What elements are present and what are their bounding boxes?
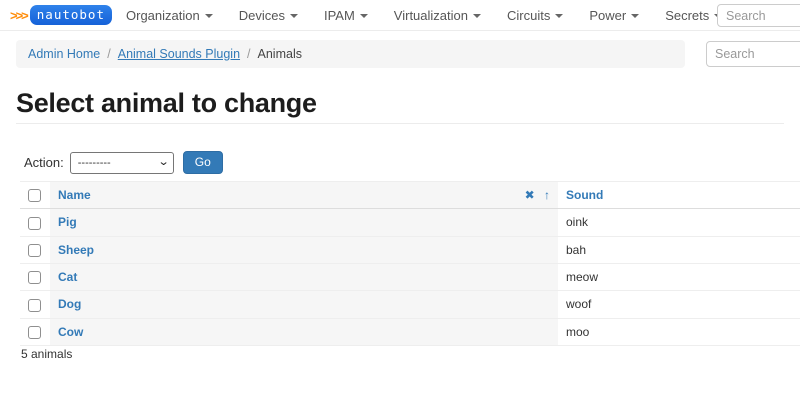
row-checkbox[interactable]	[28, 217, 41, 230]
navbar-item-organization[interactable]: Organization	[126, 8, 213, 23]
animal-sound-cell: oink	[558, 209, 800, 236]
logo-wordmark: nautobot	[30, 5, 112, 25]
navbar-item-secrets[interactable]: Secrets	[665, 8, 722, 23]
navbar-item-label: Devices	[239, 8, 285, 23]
navbar-item-label: Power	[589, 8, 626, 23]
table-header: Name ✖ ↑ Sound	[20, 182, 800, 209]
select-all-checkbox[interactable]	[28, 189, 41, 202]
remove-sort-icon[interactable]: ✖	[525, 188, 535, 202]
breadcrumb-separator: /	[107, 47, 110, 61]
table-row: Cat meow	[20, 263, 800, 290]
chevron-down-icon	[205, 14, 213, 18]
sort-tools: ✖ ↑	[519, 188, 550, 202]
navbar-menu: Organization Devices IPAM Virtualization Cir…	[126, 8, 800, 23]
navbar-item-virtualization[interactable]: Virtualization	[394, 8, 481, 23]
column-header-sound[interactable]: Sound	[566, 188, 603, 202]
breadcrumb-search-input[interactable]	[706, 41, 800, 67]
animal-sound-cell: meow	[558, 263, 800, 290]
column-header-name[interactable]: Name	[58, 188, 91, 202]
breadcrumb-item-animals: Animals	[258, 47, 302, 61]
row-checkbox[interactable]	[28, 299, 41, 312]
navbar-item-devices[interactable]: Devices	[239, 8, 298, 23]
navbar-item-label: Secrets	[665, 8, 709, 23]
chevron-down-icon	[473, 14, 481, 18]
navbar-item-label: Organization	[126, 8, 200, 23]
table-body: Pig oink Sheep bah Cat meow Dog woof Cow moo	[20, 209, 800, 346]
animal-name-link[interactable]: Dog	[58, 297, 81, 311]
breadcrumb-item-animal-sounds-plugin[interactable]: Animal Sounds Plugin	[118, 47, 240, 61]
row-checkbox[interactable]	[28, 244, 41, 257]
row-checkbox[interactable]	[28, 271, 41, 284]
animal-sound-cell: bah	[558, 236, 800, 263]
table-row: Sheep bah	[20, 236, 800, 263]
table-row: Dog woof	[20, 291, 800, 318]
navbar-item-label: Circuits	[507, 8, 550, 23]
breadcrumb-separator: /	[247, 47, 250, 61]
app-root: >>> nautobot Organization Devices IPAM Virt…	[0, 0, 800, 410]
chevron-down-icon	[290, 14, 298, 18]
navbar-item-circuits[interactable]: Circuits	[507, 8, 563, 23]
result-count: 5 animals	[21, 347, 72, 361]
page-title: Select animal to change	[16, 88, 317, 119]
animals-table: Name ✖ ↑ Sound PigoinkSheepbahCatmeowDog…	[20, 181, 800, 346]
animal-sound-cell: moo	[558, 318, 800, 345]
navbar-item-label: Virtualization	[394, 8, 468, 23]
action-select-value: ---------	[78, 157, 111, 169]
animal-sound-cell: woof	[558, 291, 800, 318]
navbar-item-label: IPAM	[324, 8, 355, 23]
navbar-item-power[interactable]: Power	[589, 8, 639, 23]
table-row: Pig oink	[20, 209, 800, 236]
animal-name-link[interactable]: Cat	[58, 270, 77, 284]
animal-name-link[interactable]: Cow	[58, 325, 83, 339]
chevron-down-icon	[631, 14, 639, 18]
breadcrumb-item-admin-home[interactable]: Admin Home	[28, 47, 100, 61]
action-row: Action: --------- ⌄ Go	[24, 151, 223, 174]
chevron-down-icon	[360, 14, 368, 18]
row-checkbox[interactable]	[28, 326, 41, 339]
navbar-item-ipam[interactable]: IPAM	[324, 8, 368, 23]
breadcrumb: Admin Home / Animal Sounds Plugin / Animals	[16, 40, 685, 68]
table-row: Cow moo	[20, 318, 800, 345]
navbar-search-input[interactable]	[717, 4, 800, 27]
animal-name-link[interactable]: Sheep	[58, 243, 94, 257]
chevron-down-icon	[555, 14, 563, 18]
action-select[interactable]: --------- ⌄	[70, 152, 174, 174]
select-chevron-icon: ⌄	[157, 157, 169, 168]
logo-chevrons-icon: >>>	[10, 8, 27, 23]
title-divider	[16, 123, 784, 124]
sort-ascending-icon[interactable]: ↑	[544, 188, 550, 202]
animal-name-link[interactable]: Pig	[58, 215, 77, 229]
nautobot-logo[interactable]: >>> nautobot	[10, 5, 112, 25]
go-button[interactable]: Go	[183, 151, 223, 174]
top-navbar: >>> nautobot Organization Devices IPAM Virt…	[0, 0, 800, 31]
action-label: Action:	[24, 155, 64, 170]
